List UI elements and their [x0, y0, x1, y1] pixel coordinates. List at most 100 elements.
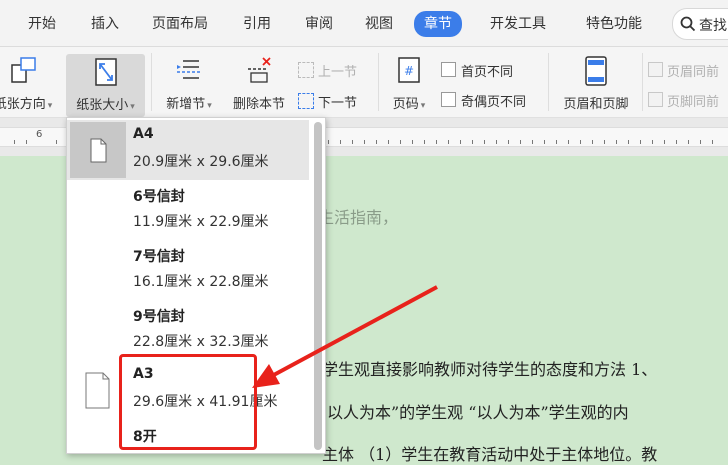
search-icon	[680, 16, 696, 32]
paper-thumbnail	[70, 122, 126, 178]
ruler-tick	[26, 140, 27, 144]
ruler-tick	[460, 140, 461, 144]
ruler-tick	[400, 140, 401, 144]
ribbon-separator	[548, 53, 549, 111]
paper-name: 9号信封	[133, 309, 185, 325]
odd-even-different-label: 奇偶页不同	[461, 95, 527, 110]
ruler-tick	[496, 140, 497, 144]
ribbon-separator	[378, 53, 379, 111]
page-icon	[85, 372, 110, 409]
header-same-label: 页眉同前	[667, 65, 720, 80]
paper-size-option-envelope-9[interactable]: 9号信封 22.8厘米 x 32.3厘米	[67, 300, 309, 360]
header-footer-label: 页眉和页脚	[563, 97, 629, 112]
doc-line-3: 以人为本”的学生观 “以人为本”学生观的内	[327, 403, 629, 422]
tab-insert[interactable]: 插入	[91, 12, 119, 36]
paper-direction-button[interactable]: 纸张方向 ▾	[0, 47, 54, 117]
ruler-tick	[412, 140, 413, 144]
search-box[interactable]: 查找	[672, 8, 728, 40]
tab-view[interactable]: 视图	[365, 12, 393, 36]
ruler-tick	[448, 140, 449, 144]
next-section-button[interactable]: 下一节	[298, 92, 357, 111]
ruler-tick	[628, 140, 629, 144]
ruler-tick	[712, 140, 713, 144]
paper-size-option-envelope-6[interactable]: 6号信封 11.9厘米 x 22.9厘米	[67, 180, 309, 240]
ruler-tick	[700, 140, 701, 144]
ruler-tick	[580, 140, 581, 144]
ruler-tick	[484, 140, 485, 144]
ruler-tick	[688, 140, 689, 144]
doc-line-4: 主体 （1）学生在教育活动中处于主体地位。教	[322, 445, 658, 464]
header-footer-icon	[585, 56, 607, 86]
ruler-tick	[424, 140, 425, 144]
header-same-checkbox[interactable]	[648, 62, 663, 77]
ruler-tick	[676, 140, 677, 144]
page-icon	[90, 138, 107, 163]
paper-dimensions: 22.8厘米 x 32.3厘米	[133, 334, 269, 350]
paper-dimensions: 16.1厘米 x 22.8厘米	[133, 274, 269, 290]
ruler-number: 6	[36, 129, 43, 140]
tab-page-layout[interactable]: 页面布局	[152, 12, 208, 36]
prev-section-label: 上一节	[318, 65, 358, 80]
paper-size-option-envelope-7[interactable]: 7号信封 16.1厘米 x 22.8厘米	[67, 240, 309, 300]
paper-direction-label: 纸张方向 ▾	[0, 97, 53, 112]
delete-section-label: 删除本节	[232, 97, 285, 112]
next-section-label: 下一节	[318, 96, 358, 111]
annotation-highlight-box	[119, 354, 257, 450]
prev-section-icon	[298, 62, 314, 78]
paper-name: A4	[133, 126, 154, 142]
search-label: 查找	[699, 18, 727, 34]
paper-dimensions: 11.9厘米 x 22.9厘米	[133, 214, 269, 230]
paper-size-option-a4[interactable]: A4 20.9厘米 x 29.6厘米	[67, 120, 309, 180]
ribbon-tab-bar: 开始 插入 页面布局 引用 审阅 视图 章节 开发工具 特色功能 查找	[0, 0, 728, 47]
tab-section[interactable]: 章节	[414, 11, 462, 37]
odd-even-different-checkbox[interactable]	[441, 92, 456, 107]
page-number-label: 页码 ▾	[392, 97, 426, 112]
dropdown-scrollbar[interactable]	[314, 122, 322, 453]
tab-home[interactable]: 开始	[28, 12, 56, 36]
ruler-tick	[56, 140, 57, 144]
ruler-tick	[664, 140, 665, 144]
doc-line-2: 学生观直接影响教师对待学生的态度和方法 1、	[322, 360, 658, 379]
ruler-tick	[340, 140, 341, 144]
paper-direction-icon	[11, 57, 36, 83]
doc-line-1: 生活指南，	[318, 208, 399, 227]
ruler-tick	[388, 140, 389, 144]
ruler-tick	[436, 140, 437, 144]
page-number-icon: #	[398, 57, 420, 83]
prev-section-button[interactable]: 上一节	[298, 61, 357, 80]
delete-section-button[interactable]: 删除本节	[226, 47, 292, 117]
ruler-tick	[14, 140, 15, 144]
ruler-tick	[508, 140, 509, 144]
ruler-tick	[352, 140, 353, 144]
ruler-tick	[532, 140, 533, 144]
scrollbar-thumb[interactable]	[314, 122, 322, 450]
ruler-tick	[376, 140, 377, 144]
ruler-tick	[592, 140, 593, 144]
delete-section-icon	[248, 57, 271, 83]
tab-special-features[interactable]: 特色功能	[586, 12, 642, 36]
ruler-tick	[616, 140, 617, 144]
ruler-tick	[640, 140, 641, 144]
ruler-tick	[364, 140, 365, 144]
ruler-tick	[472, 140, 473, 144]
paper-name: 7号信封	[133, 249, 185, 265]
paper-thumbnail	[70, 362, 126, 418]
footer-same-checkbox[interactable]	[648, 92, 663, 107]
ribbon-separator	[151, 53, 152, 111]
tab-developer[interactable]: 开发工具	[490, 12, 546, 36]
header-footer-button[interactable]: 页眉和页脚	[554, 47, 638, 117]
page-number-button[interactable]: # 页码 ▾	[384, 47, 434, 117]
tab-review[interactable]: 审阅	[305, 12, 333, 36]
first-page-different-checkbox[interactable]	[441, 62, 456, 77]
paper-dimensions: 20.9厘米 x 29.6厘米	[133, 154, 269, 170]
new-section-button[interactable]: 新增节 ▾	[158, 47, 220, 117]
paper-size-button[interactable]: 纸张大小 ▾	[66, 54, 145, 117]
ruler-tick	[328, 140, 329, 144]
ribbon-separator	[642, 53, 643, 111]
ruler-tick	[544, 140, 545, 144]
next-section-icon	[298, 93, 314, 109]
paper-name: 6号信封	[133, 189, 185, 205]
ruler-tick	[568, 140, 569, 144]
tab-references[interactable]: 引用	[243, 12, 271, 36]
new-section-icon	[177, 60, 201, 79]
